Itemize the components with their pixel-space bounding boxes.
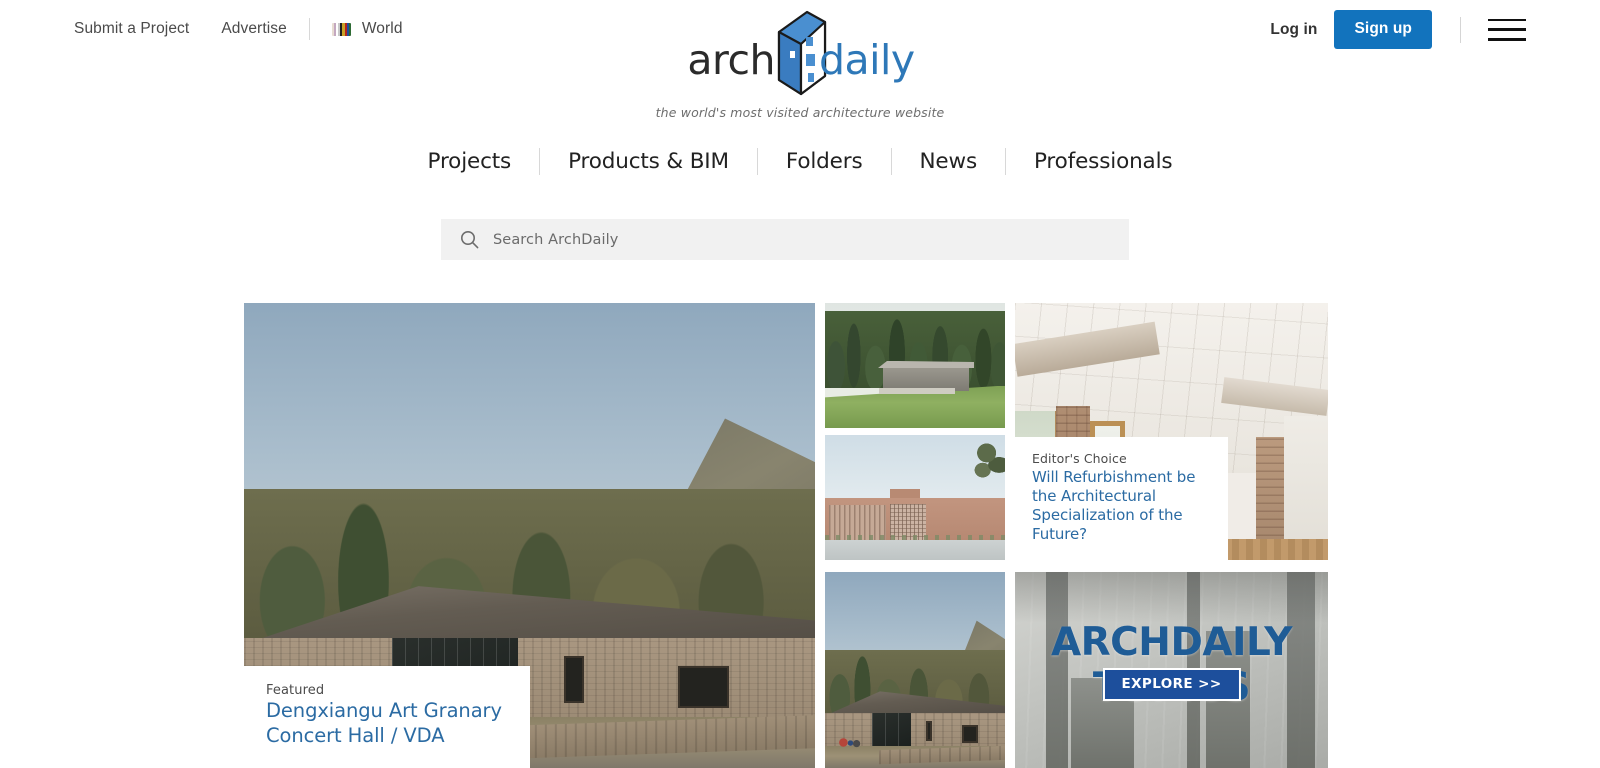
nav-item-folders[interactable]: Folders [758, 149, 891, 174]
thumbnail-tile-stone-hall[interactable] [825, 572, 1005, 768]
nav-item-professionals[interactable]: Professionals [1006, 149, 1200, 174]
thumbnail-tile-hillside-house[interactable] [825, 303, 1005, 428]
editors-choice-tile[interactable]: Editor's Choice Will Refurbishment be th… [1015, 303, 1328, 560]
search-input[interactable] [491, 230, 1051, 249]
nav-item-news[interactable]: News [892, 149, 1006, 174]
thumbnail-tile-terracotta-building[interactable] [825, 435, 1005, 560]
logo-word-arch: arch [687, 36, 775, 84]
photo-terracotta-building [825, 435, 1005, 560]
hero-kicker: Featured [266, 683, 325, 699]
editors-choice-kicker: Editor's Choice [1032, 451, 1127, 467]
hero-title[interactable]: Dengxiangu Art Granary Concert Hall / VD… [266, 699, 508, 749]
site-tagline: the world's most visited architecture we… [655, 105, 945, 120]
main-navigation: Projects Products & BIM Folders News Pro… [0, 148, 1600, 175]
hero-article-tile[interactable]: Featured Dengxiangu Art Granary Concert … [244, 303, 815, 768]
editors-choice-title[interactable]: Will Refurbishment be the Architectural … [1032, 468, 1211, 544]
archdaily-logo[interactable]: arch daily [635, 10, 965, 98]
photo-hillside-house [825, 303, 1005, 428]
logo-word-daily: daily [819, 36, 915, 84]
search-icon [460, 230, 479, 249]
featured-content-grid: Featured Dengxiangu Art Granary Concert … [244, 303, 1328, 768]
nav-item-products-bim[interactable]: Products & BIM [540, 149, 757, 174]
hero-caption-card: Featured Dengxiangu Art Granary Concert … [244, 666, 530, 768]
nav-item-projects[interactable]: Projects [400, 149, 540, 174]
search-bar[interactable] [441, 219, 1129, 260]
site-logo-area: arch daily the world's most visited arch… [0, 10, 1600, 120]
photo-stone-hall-alt [825, 572, 1005, 768]
editors-choice-caption-card: Editor's Choice Will Refurbishment be th… [1015, 437, 1228, 560]
explore-button[interactable]: EXPLORE >> [1102, 668, 1241, 701]
archdaily-topics-banner[interactable]: ARCHDAILY TOPICS EXPLORE >> [1015, 572, 1328, 768]
